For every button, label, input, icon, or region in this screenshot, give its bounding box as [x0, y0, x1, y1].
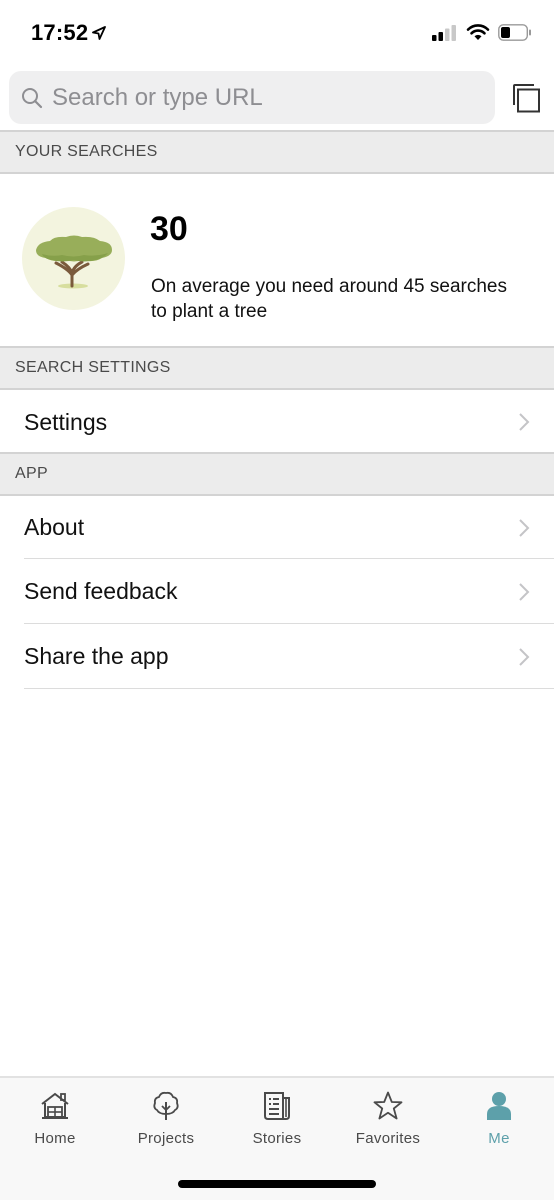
search-icon [22, 87, 43, 108]
list-item-label: Share the app [24, 643, 169, 669]
star-icon [373, 1091, 403, 1120]
clock: 17:52 [31, 20, 89, 45]
tab-label: Me [488, 1130, 510, 1147]
chevron-right-icon [519, 647, 530, 666]
status-time: 17:52 [31, 20, 107, 46]
search-count-description: On average you need around 45 searches t… [151, 276, 507, 322]
list-item-settings[interactable]: Settings [0, 390, 554, 454]
tab-favorites[interactable]: Favorites [338, 1090, 438, 1150]
tab-label: Projects [137, 1130, 195, 1147]
list-item-send-feedback[interactable]: Send feedback [0, 559, 554, 624]
chevron-right-icon [519, 582, 530, 601]
home-indicator[interactable] [178, 1180, 376, 1188]
person-icon [487, 1092, 511, 1120]
cellular-signal-icon [432, 24, 456, 41]
list-item-label: Send feedback [24, 578, 178, 604]
tabs-overview-icon[interactable] [511, 82, 541, 114]
search-input[interactable] [52, 83, 472, 112]
list-item-share-the-app[interactable]: Share the app [0, 624, 554, 689]
section-header-label: YOUR SEARCHES [15, 143, 158, 160]
list-item-about[interactable]: About [0, 496, 554, 559]
tab-stories[interactable]: Stories [227, 1090, 327, 1150]
search-field[interactable] [9, 71, 495, 124]
tree-illustration [22, 207, 125, 310]
tab-label: Home [34, 1130, 76, 1147]
location-arrow-icon [92, 26, 107, 40]
list-item-label: About [24, 514, 85, 540]
tab-home[interactable]: Home [5, 1090, 105, 1150]
section-header-search-settings: SEARCH SETTINGS [0, 346, 554, 390]
section-header-label: APP [15, 465, 48, 482]
wifi-icon [466, 24, 490, 40]
status-bar: 17:52 [0, 0, 554, 66]
section-header-app: APP [0, 452, 554, 496]
search-row [9, 71, 554, 125]
section-header-your-searches: YOUR SEARCHES [0, 130, 554, 174]
section-header-label: SEARCH SETTINGS [15, 359, 171, 376]
house-icon [41, 1092, 69, 1119]
status-icons [432, 24, 532, 41]
search-count: 30 [150, 210, 188, 248]
tab-projects[interactable]: Projects [116, 1090, 216, 1150]
tab-label: Stories [252, 1130, 302, 1147]
newspaper-icon [264, 1092, 290, 1120]
list-item-label: Settings [24, 408, 108, 435]
divider [24, 688, 554, 689]
searches-card: 30 On average you need around 45 searche… [0, 174, 554, 346]
tab-me[interactable]: Me [449, 1090, 549, 1150]
tab-label: Favorites [355, 1130, 421, 1147]
battery-icon [498, 24, 531, 41]
chevron-right-icon [519, 518, 530, 537]
chevron-right-icon [519, 413, 530, 431]
tree-outline-icon [153, 1091, 179, 1120]
tree-icon [36, 235, 112, 289]
